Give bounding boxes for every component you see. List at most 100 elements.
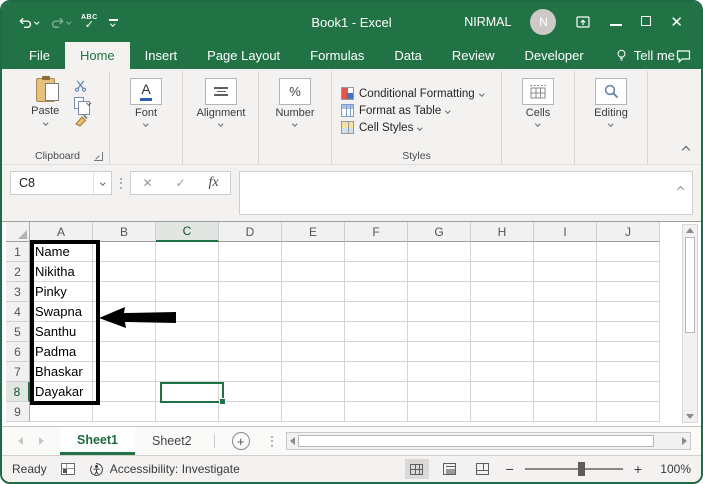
accessibility-status[interactable]: Accessibility: Investigate [89, 462, 240, 477]
column-header-i[interactable]: I [534, 222, 597, 242]
column-header-j[interactable]: J [597, 222, 660, 242]
cell-a2[interactable]: Nikitha [30, 262, 92, 281]
column-header-c[interactable]: C [156, 222, 219, 242]
sheet-tab-sheet1[interactable]: Sheet1 [60, 427, 135, 455]
row-cells[interactable]: Pinky [30, 282, 660, 302]
cancel-entry-button[interactable]: ✕ [131, 176, 164, 190]
tab-data[interactable]: Data [379, 42, 436, 69]
tab-developer[interactable]: Developer [509, 42, 598, 69]
cell-a4[interactable]: Swapna [30, 302, 92, 321]
collapse-ribbon-button[interactable] [681, 140, 691, 158]
cell-a5[interactable]: Santhu [30, 322, 92, 341]
row-header-8[interactable]: 8 [6, 382, 30, 402]
column-header-b[interactable]: B [93, 222, 156, 242]
format-as-table-button[interactable]: Format as Table [341, 104, 492, 117]
editing-group-button[interactable]: Editing [580, 74, 642, 130]
column-header-a[interactable]: A [30, 222, 93, 242]
confirm-entry-button[interactable]: ✓ [164, 176, 197, 190]
row-header-3[interactable]: 3 [6, 282, 30, 302]
name-box-dropdown[interactable] [92, 172, 112, 194]
cut-button[interactable] [74, 79, 91, 92]
tab-insert[interactable]: Insert [130, 42, 193, 69]
format-painter-button[interactable] [74, 114, 91, 127]
row-header-7[interactable]: 7 [6, 362, 30, 382]
tab-review[interactable]: Review [437, 42, 510, 69]
row-cells[interactable]: Padma [30, 342, 660, 362]
account-name[interactable]: NIRMAL [464, 15, 511, 29]
row-header-1[interactable]: 1 [6, 242, 30, 262]
scroll-right-arrow[interactable] [682, 437, 687, 445]
row-header-5[interactable]: 5 [6, 322, 30, 342]
row-cells[interactable]: Bhaskar [30, 362, 660, 382]
conditional-formatting-button[interactable]: Conditional Formatting [341, 87, 492, 100]
vertical-scrollbar[interactable] [682, 224, 698, 423]
normal-view-button[interactable] [404, 459, 429, 479]
row-cells[interactable]: Dayakar [30, 382, 660, 402]
zoom-out-button[interactable]: − [504, 461, 516, 477]
scroll-up-arrow[interactable] [686, 228, 694, 233]
scroll-left-arrow[interactable] [289, 437, 295, 445]
page-break-view-button[interactable] [471, 459, 495, 479]
comments-button[interactable] [675, 42, 701, 69]
cell-a3[interactable]: Pinky [30, 282, 92, 301]
cells-group-button[interactable]: Cells [507, 74, 569, 130]
cell-a6[interactable]: Padma [30, 342, 92, 361]
next-sheet-arrow[interactable] [39, 437, 44, 445]
row-header-2[interactable]: 2 [6, 262, 30, 282]
undo-dropdown-icon[interactable] [34, 19, 40, 25]
formula-bar-resize-handle[interactable] [112, 171, 130, 195]
row-header-4[interactable]: 4 [6, 302, 30, 322]
name-box[interactable]: C8 [10, 171, 112, 195]
paste-button[interactable]: Paste [22, 74, 68, 147]
spelling-button[interactable]: ABC ✓ [81, 14, 98, 31]
column-header-g[interactable]: G [408, 222, 471, 242]
tab-file[interactable]: File [14, 42, 65, 69]
row-cells[interactable]: Name [30, 242, 660, 262]
tell-me-box[interactable]: Tell me [615, 42, 675, 69]
expand-formula-bar-button[interactable] [676, 181, 685, 195]
row-header-6[interactable]: 6 [6, 342, 30, 362]
tab-page-layout[interactable]: Page Layout [192, 42, 295, 69]
page-layout-view-button[interactable] [438, 459, 462, 479]
horizontal-scroll-thumb[interactable] [297, 435, 654, 447]
zoom-slider[interactable] [524, 462, 623, 476]
row-cells[interactable]: Swapna [30, 302, 660, 322]
font-group-button[interactable]: A Font [115, 74, 177, 130]
active-cell-c8[interactable] [160, 382, 226, 405]
column-header-e[interactable]: E [282, 222, 345, 242]
tab-formulas[interactable]: Formulas [295, 42, 379, 69]
tab-home[interactable]: Home [64, 42, 130, 69]
previous-sheet-arrow[interactable] [18, 437, 23, 445]
zoom-in-button[interactable]: + [632, 461, 644, 477]
ribbon-display-options-button[interactable] [575, 14, 591, 30]
row-cells[interactable]: Santhu [30, 322, 660, 342]
select-all-button[interactable] [6, 222, 30, 242]
column-header-d[interactable]: D [219, 222, 282, 242]
undo-button[interactable] [18, 15, 40, 30]
macro-record-icon[interactable] [60, 463, 75, 475]
row-cells[interactable]: Nikitha [30, 262, 660, 282]
number-group-button[interactable]: % Number [264, 74, 326, 130]
column-header-h[interactable]: H [471, 222, 534, 242]
column-header-f[interactable]: F [345, 222, 408, 242]
row-cells[interactable] [30, 402, 660, 422]
horizontal-scrollbar[interactable] [285, 432, 691, 450]
maximize-button[interactable] [641, 13, 652, 31]
cell-styles-button[interactable]: Cell Styles [341, 121, 492, 134]
sheet-bar-resize-handle[interactable] [262, 427, 282, 455]
insert-function-button[interactable]: fx [197, 175, 230, 191]
zoom-level[interactable]: 100% [653, 462, 691, 476]
clipboard-dialog-launcher[interactable] [94, 152, 103, 161]
formula-input[interactable] [239, 171, 693, 215]
scroll-down-arrow[interactable] [686, 414, 694, 419]
row-header-9[interactable]: 9 [6, 402, 30, 422]
sheet-tab-sheet2[interactable]: Sheet2 [135, 427, 209, 455]
customize-qat-button[interactable] [108, 19, 118, 26]
redo-button[interactable] [50, 15, 71, 30]
minimize-button[interactable] [610, 13, 623, 31]
alignment-group-button[interactable]: Alignment [188, 74, 254, 130]
vertical-scroll-thumb[interactable] [685, 237, 695, 333]
avatar[interactable]: N [530, 9, 557, 35]
new-sheet-button[interactable]: + [231, 432, 250, 450]
cell-a7[interactable]: Bhaskar [30, 362, 92, 381]
